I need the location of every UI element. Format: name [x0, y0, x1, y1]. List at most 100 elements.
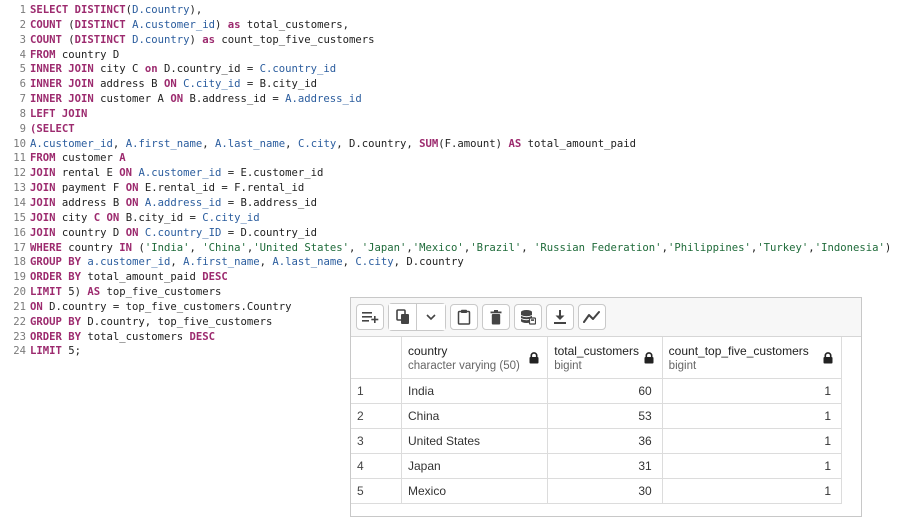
code-line[interactable]: 4 FROM country D: [0, 48, 921, 63]
code-token: 'Philippines': [667, 241, 751, 254]
line-number: 1: [19, 4, 26, 16]
code-line[interactable]: 19 ORDER BY total_amount_paid DESC: [0, 270, 921, 285]
row-number[interactable]: 1: [351, 378, 402, 404]
delete-icon: [490, 309, 502, 324]
table-cell[interactable]: China: [400, 403, 549, 429]
code-token: E.rental_id = F.rental_id: [138, 182, 305, 195]
table-cell[interactable]: Mexico: [400, 478, 549, 504]
column-header-country[interactable]: country character varying (50): [400, 337, 549, 379]
table-cell[interactable]: 1: [661, 428, 843, 454]
code-line[interactable]: 14 JOIN address B ON A.address_id = B.add…: [0, 196, 921, 211]
column-type: bigint: [554, 359, 582, 372]
code-token: customer A: [93, 93, 171, 106]
code-line[interactable]: 10 A.customer_id, A.first_name, A.last_na…: [0, 137, 921, 152]
code-line[interactable]: 13 JOIN payment F ON E.rental_id = F.rent…: [0, 181, 921, 196]
code-token: = B.city_id: [240, 78, 318, 91]
paste-button[interactable]: [450, 304, 478, 330]
row-number[interactable]: 4: [351, 453, 402, 479]
code-token: ,: [189, 241, 203, 254]
line-number: 5: [19, 63, 26, 76]
save-data-button[interactable]: [514, 304, 542, 330]
graph-visualiser-button[interactable]: [578, 304, 606, 330]
download-button[interactable]: [546, 304, 574, 330]
lock-icon: [644, 351, 654, 369]
table-row[interactable]: 3 United States 36 1: [351, 428, 843, 454]
code-token: total_amount_paid: [81, 271, 203, 284]
table-cell[interactable]: 60: [547, 378, 663, 404]
code-token: AS: [508, 137, 522, 150]
code-token: ,: [348, 241, 362, 254]
line-number: 4: [19, 48, 26, 61]
code-text: LIMIT 5;: [26, 344, 81, 359]
code-text: INNER JOIN customer A ON B.address_id = …: [26, 92, 362, 107]
code-token: ,: [285, 137, 298, 150]
code-token: ,: [202, 137, 215, 150]
code-token: (F.amount): [438, 137, 509, 150]
code-text: JOIN payment F ON E.rental_id = F.rental…: [26, 181, 304, 196]
copy-button-group: [388, 303, 446, 331]
copy-button[interactable]: [389, 304, 417, 330]
code-token: COUNT: [30, 33, 62, 46]
code-text: JOIN city C ON B.city_id = C.city_id: [26, 211, 260, 226]
row-number-header: [351, 337, 402, 379]
table-cell[interactable]: 1: [661, 403, 843, 429]
code-line[interactable]: 5 INNER JOIN city C on D.country_id = C.c…: [0, 62, 921, 77]
code-text: ORDER BY total_amount_paid DESC: [26, 270, 228, 285]
table-cell[interactable]: India: [400, 378, 549, 404]
row-number[interactable]: 2: [351, 403, 402, 429]
code-text: GROUP BY D.country, top_five_customers: [26, 315, 272, 330]
code-line[interactable]: 6 INNER JOIN address B ON C.city_id = B.c…: [0, 77, 921, 92]
column-header-count-top-five-customers[interactable]: count_top_five_customers bigint: [661, 337, 843, 379]
table-cell[interactable]: United States: [400, 428, 549, 454]
table-cell[interactable]: 53: [547, 403, 663, 429]
table-row[interactable]: 1 India 60 1: [351, 378, 843, 404]
table-cell[interactable]: 30: [547, 478, 663, 504]
table-row[interactable]: 2 China 53 1: [351, 403, 843, 429]
table-row[interactable]: 5 Mexico 30 1: [351, 478, 843, 504]
table-row[interactable]: 4 Japan 31 1: [351, 453, 843, 479]
code-token: , D.country,: [336, 137, 420, 150]
code-line[interactable]: 15 JOIN city C ON B.city_id = C.city_id: [0, 211, 921, 226]
table-cell[interactable]: Japan: [400, 453, 549, 479]
column-header-total-customers[interactable]: total_customers bigint: [547, 337, 663, 379]
code-token: B.address_id =: [183, 93, 286, 106]
copy-options-button[interactable]: [417, 304, 445, 330]
table-cell[interactable]: 1: [661, 453, 843, 479]
table-cell[interactable]: 36: [547, 428, 663, 454]
code-line[interactable]: 8 LEFT JOIN: [0, 107, 921, 122]
row-number[interactable]: 5: [351, 478, 402, 504]
delete-button[interactable]: [482, 304, 510, 330]
code-line[interactable]: 17 WHERE country IN ('India', 'China','Un…: [0, 241, 921, 256]
row-number[interactable]: 3: [351, 428, 402, 454]
code-token: a.customer_id: [87, 256, 171, 269]
code-text: GROUP BY a.customer_id, A.first_name, A.…: [26, 255, 464, 270]
code-token: GROUP BY: [30, 256, 82, 269]
code-token: C.city: [297, 137, 337, 150]
code-token: DISTINCT: [74, 18, 126, 31]
code-line[interactable]: 7 INNER JOIN customer A ON B.address_id =…: [0, 92, 921, 107]
code-token: , D.country: [393, 256, 464, 269]
code-line[interactable]: 2 COUNT (DISTINCT A.customer_id) as total…: [0, 18, 921, 33]
code-token: A.customer_id: [132, 18, 215, 31]
code-token: = D.country_id: [221, 226, 318, 239]
code-token: LIMIT: [30, 286, 62, 299]
add-row-button[interactable]: [356, 304, 384, 330]
code-line[interactable]: 3 COUNT (DISTINCT D.country) as count_top…: [0, 33, 921, 48]
code-line[interactable]: 16 JOIN country D ON C.country_ID = D.cou…: [0, 226, 921, 241]
line-number: 3: [19, 33, 26, 46]
table-cell[interactable]: 31: [547, 453, 663, 479]
line-number: 2: [19, 18, 26, 31]
save-data-icon: [520, 310, 536, 325]
code-text: JOIN rental E ON A.customer_id = E.custo…: [26, 166, 323, 181]
code-token: ,: [112, 137, 126, 150]
table-cell[interactable]: 1: [661, 478, 843, 504]
code-line[interactable]: 12 JOIN rental E ON A.customer_id = E.cus…: [0, 166, 921, 181]
code-line[interactable]: 9 (SELECT: [0, 122, 921, 137]
code-line[interactable]: 1 SELECT DISTINCT(D.country),: [0, 3, 921, 18]
table-cell[interactable]: 1: [661, 378, 843, 404]
line-number: 14: [13, 196, 26, 209]
code-line[interactable]: 11 FROM customer A: [0, 151, 921, 166]
code-token: DESC: [202, 271, 228, 284]
code-line[interactable]: 18 GROUP BY a.customer_id, A.first_name, …: [0, 255, 921, 270]
code-token: D.country, top_five_customers: [81, 315, 273, 328]
